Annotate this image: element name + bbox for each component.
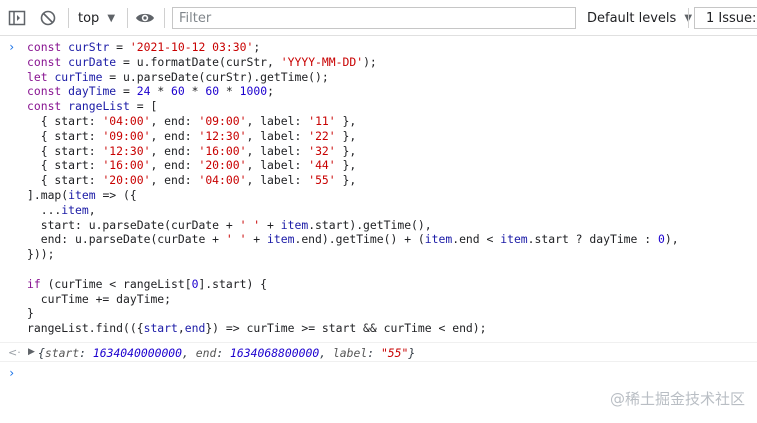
context-label: top — [78, 10, 100, 26]
code-line: curTime += dayTime; — [27, 291, 172, 306]
code-line: const curDate = u.formatDate(curStr, 'YY… — [27, 54, 377, 69]
console-output[interactable]: › const curStr = '2021-10-12 03:30'; con… — [0, 36, 757, 423]
code-line: { start: '16:00', end: '20:00', label: '… — [27, 158, 357, 173]
eye-icon[interactable] — [134, 8, 156, 28]
code-line: let curTime = u.parseDate(curStr).getTim… — [27, 69, 329, 84]
result-return-icon: <· — [8, 346, 21, 359]
javascript-context-select[interactable]: top ▼ — [78, 8, 115, 28]
code-line: { start: '12:30', end: '16:00', label: '… — [27, 143, 357, 158]
code-line: ...item, — [27, 202, 96, 217]
filter-input[interactable] — [172, 7, 576, 29]
code-line: end: u.parseDate(curDate + ' ' + item.en… — [27, 232, 679, 247]
code-line: } — [27, 306, 34, 321]
code-line: { start: '20:00', end: '04:00', label: '… — [27, 173, 357, 188]
expand-triangle-icon[interactable]: ▶ — [28, 347, 35, 357]
code-line: })); — [27, 247, 55, 262]
code-line: start: u.parseDate(curDate + ' ' + item.… — [27, 217, 432, 232]
toolbar-divider — [688, 8, 689, 28]
result-row: <· ▶ {start: 1634040000000, end: 1634068… — [0, 342, 757, 362]
chevron-down-icon: ▼ — [107, 12, 116, 24]
code-line: { start: '09:00', end: '12:30', label: '… — [27, 128, 357, 143]
issues-button[interactable]: 1 Issue: — [694, 7, 757, 29]
console-toolbar: top ▼ Default levels ▼ 1 Issue: — [0, 0, 757, 36]
code-line: const rangeList = [ — [27, 99, 158, 114]
code-line: { start: '04:00', end: '09:00', label: '… — [27, 113, 357, 128]
issues-label: 1 Issue: — [706, 10, 757, 26]
result-object[interactable]: {start: 1634040000000, end: 163406880000… — [38, 346, 415, 360]
console-prompt-icon[interactable]: › — [8, 366, 15, 380]
log-levels-dropdown[interactable]: Default levels ▼ — [587, 8, 692, 28]
toolbar-divider — [68, 8, 69, 28]
toolbar-divider — [127, 8, 128, 28]
clear-console-icon[interactable] — [38, 8, 58, 28]
code-line: ].map(item => ({ — [27, 187, 137, 202]
input-prompt-icon: › — [8, 40, 16, 54]
code-line: const curStr = '2021-10-12 03:30'; — [27, 40, 261, 54]
code-block[interactable]: const curStr = '2021-10-12 03:30'; const… — [27, 40, 679, 336]
levels-label: Default levels — [587, 10, 677, 26]
toolbar-divider — [164, 8, 165, 28]
code-line: rangeList.find(({start,end}) => curTime … — [27, 321, 487, 336]
show-sidebar-icon[interactable] — [7, 8, 27, 28]
watermark: @稀土掘金技术社区 — [609, 390, 745, 408]
code-line: if (curTime < rangeList[0].start) { — [27, 276, 268, 291]
code-line: const dayTime = 24 * 60 * 60 * 1000; — [27, 84, 274, 99]
